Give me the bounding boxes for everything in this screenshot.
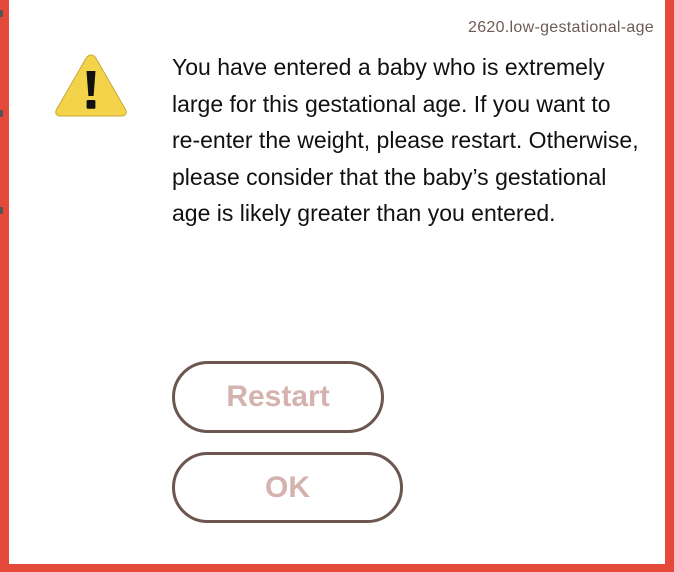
background-edge-mark <box>0 110 3 117</box>
background-edge-mark <box>0 207 3 214</box>
alert-message: You have entered a baby who is extremely… <box>172 54 639 226</box>
restart-button[interactable]: Restart <box>172 361 384 433</box>
dialog-identifier: 2620.low-gestational-age <box>468 19 654 36</box>
background-edge-mark <box>0 10 3 17</box>
warning-icon <box>55 54 127 117</box>
ok-button[interactable]: OK <box>172 452 403 523</box>
alert-dialog: 2620.low-gestational-age You have entere… <box>9 0 665 564</box>
